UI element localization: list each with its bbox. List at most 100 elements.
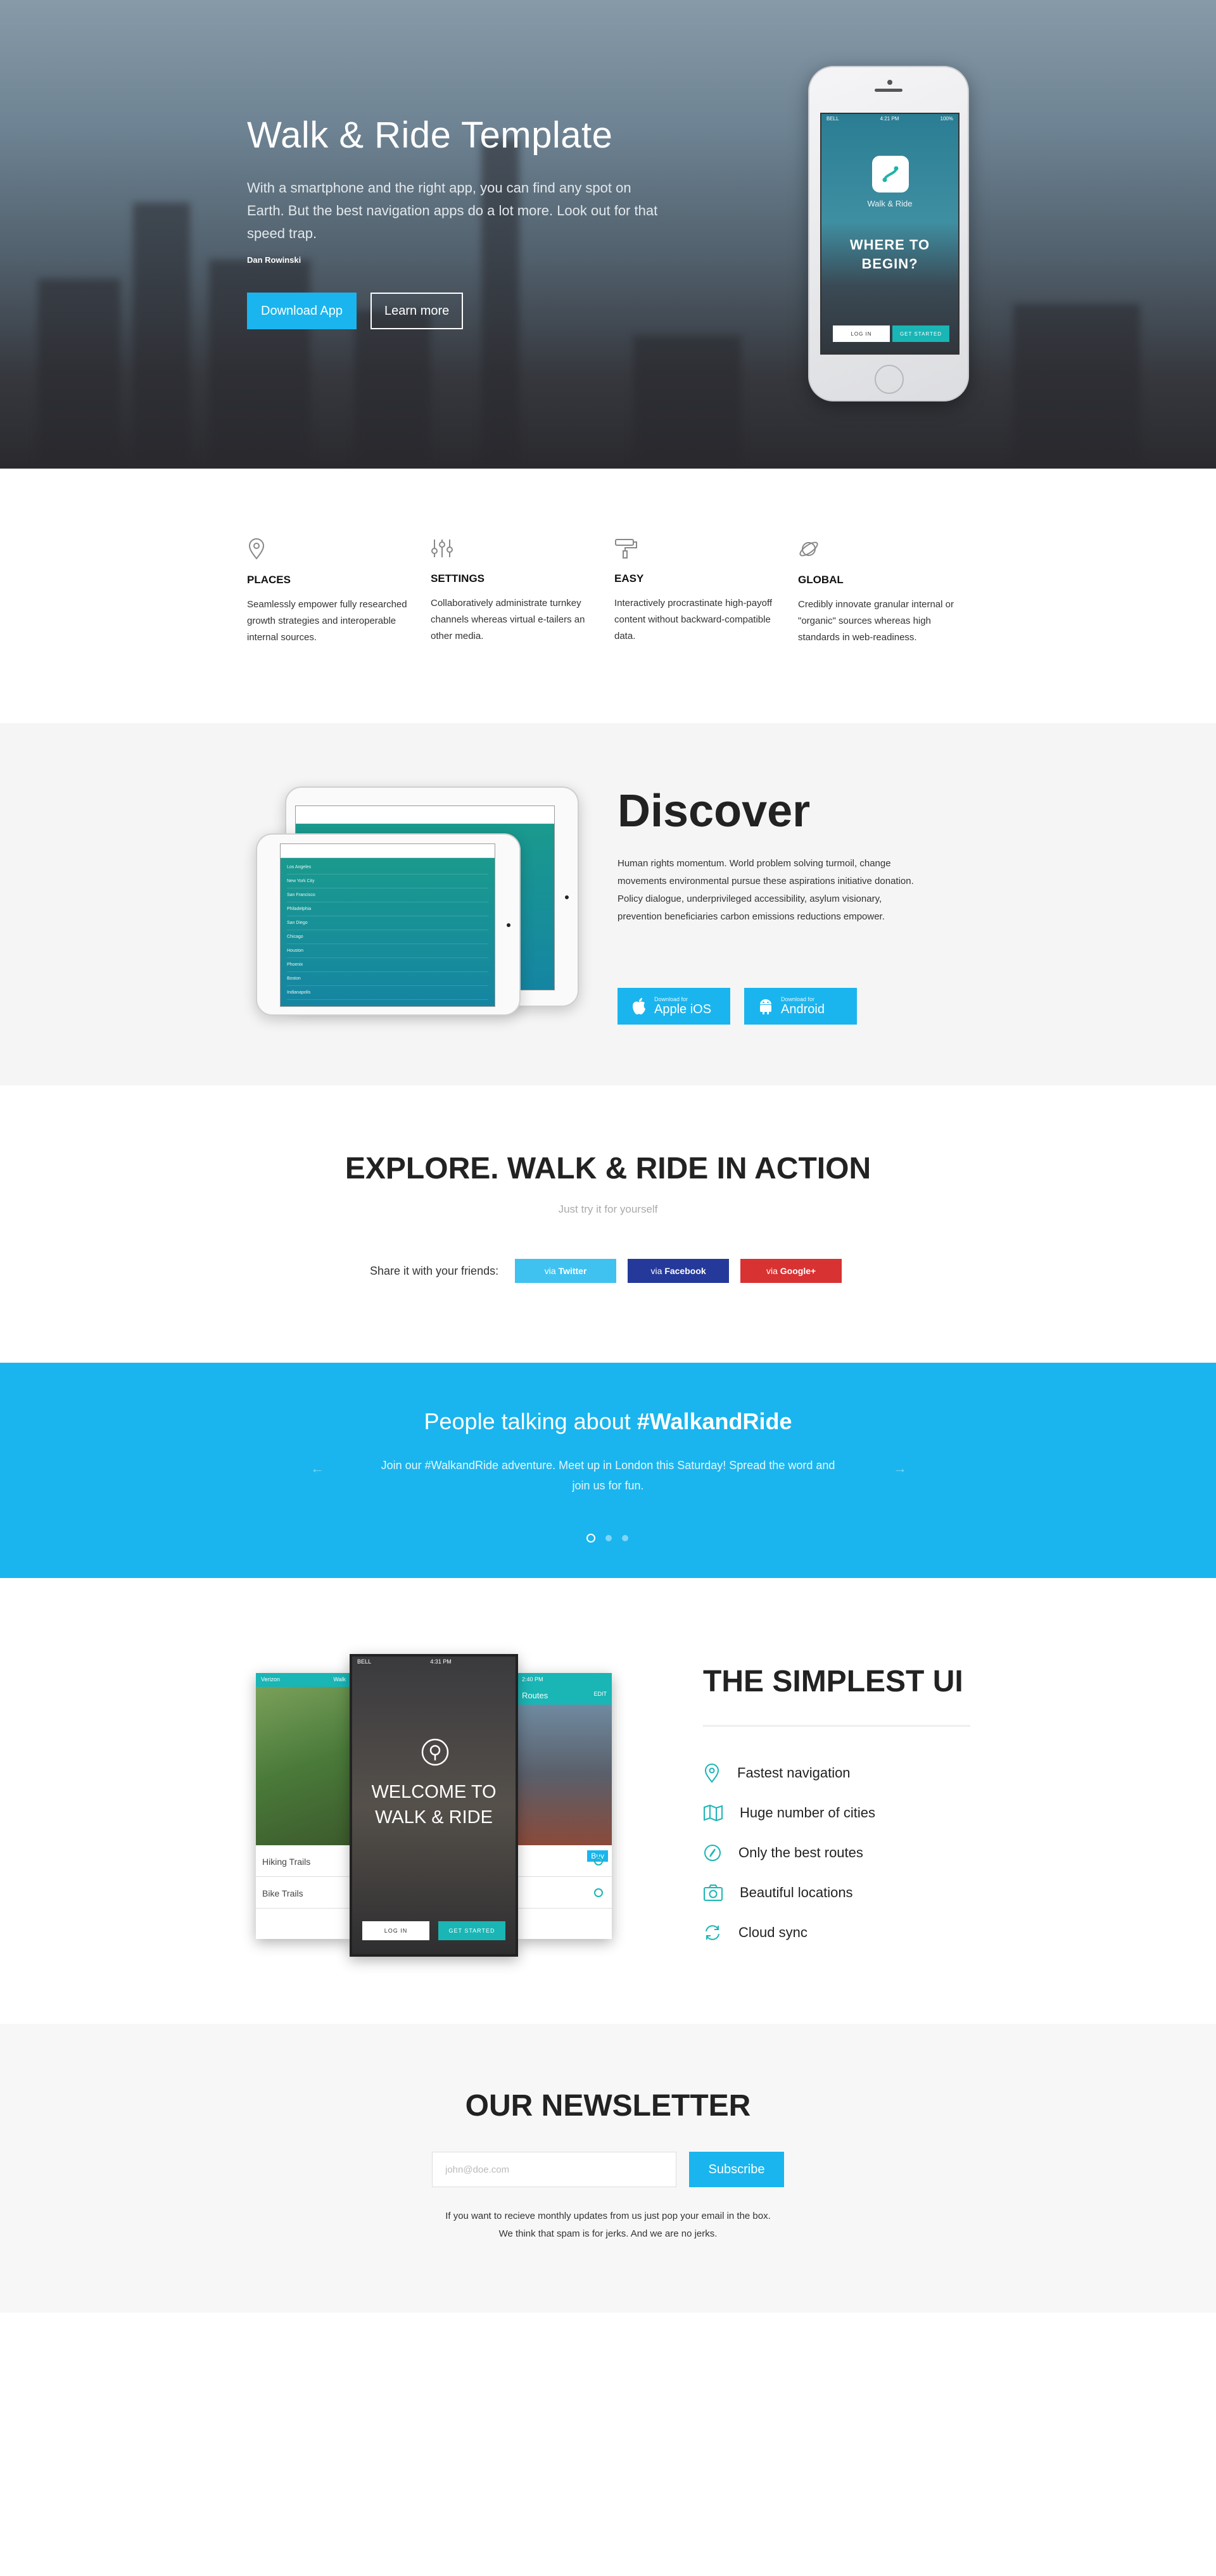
add-icon[interactable] [594, 1888, 603, 1897]
newsletter-note-line1: If you want to recieve monthly updates f… [445, 2211, 771, 2221]
learn-more-button[interactable]: Learn more [370, 293, 464, 329]
phone-get-started-button[interactable]: GET STARTED [438, 1921, 505, 1940]
next-arrow-icon[interactable]: → [893, 1460, 907, 1477]
ui-item-label: Beautiful locations [740, 1884, 853, 1900]
ui-item-label: Only the best routes [738, 1844, 863, 1860]
tablet-city-item[interactable]: Houston [287, 944, 488, 958]
tablet-city-item[interactable]: Phoenix [287, 958, 488, 972]
phone-login-button[interactable]: LOG IN [833, 325, 890, 342]
hero-buttons: Download App Learn more [247, 293, 659, 329]
share-prefix: via [650, 1266, 662, 1276]
hero-phone-mockup: BELL 4:21 PM 100% Walk & Ride WHERE TO B… [808, 66, 969, 401]
tablet-camera [507, 923, 510, 927]
android-icon [760, 999, 771, 1014]
carousel-dot[interactable] [622, 1535, 628, 1541]
discover-title: Discover [618, 786, 811, 837]
map-icon [704, 1804, 723, 1821]
simplest-title: THE SIMPLEST UI [703, 1665, 963, 1698]
explore-subtitle: Just try it for yourself [558, 1203, 658, 1215]
store-big-label: Android [781, 1002, 825, 1016]
carousel-dot[interactable] [605, 1535, 612, 1541]
tablet-city-item[interactable]: San Diego [287, 916, 488, 930]
tablet-city-item[interactable]: Boston [287, 972, 488, 986]
city-silhouette [38, 279, 120, 469]
prev-arrow-icon[interactable]: ← [310, 1460, 324, 1477]
share-network: Google+ [780, 1266, 816, 1276]
discover-text: Human rights momentum. World problem sol… [618, 858, 914, 922]
email-field[interactable] [432, 2152, 676, 2187]
tablet-city-item[interactable]: New York City [287, 874, 488, 888]
hero-author: Dan Rowinski [247, 255, 301, 265]
phone-camera [887, 80, 892, 85]
phone-headline: WHERE TO BEGIN? [821, 236, 958, 274]
city-silhouette [355, 310, 431, 469]
list-item: Only the best routes [703, 1833, 875, 1872]
android-button[interactable]: Download for Android [744, 988, 857, 1025]
phone-status-bar: BELL 4:21 PM 100% [821, 114, 958, 123]
app-logo-icon [872, 156, 909, 193]
city-silhouette [633, 336, 741, 469]
phone-title: Walk [333, 1676, 346, 1683]
share-network: Facebook [664, 1266, 706, 1276]
tablet-city-list: Los Angeles New York City San Francisco Phi… [281, 858, 495, 1006]
sliders-icon [431, 540, 453, 557]
list-item[interactable] [517, 1845, 612, 1877]
list-item[interactable] [517, 1877, 612, 1909]
planet-icon [799, 541, 818, 557]
map-pin-icon [248, 538, 265, 560]
tablet-header [281, 844, 495, 858]
share-prefix: via [544, 1266, 556, 1276]
hero-content: Walk & Ride Template With a smartphone a… [247, 114, 659, 329]
feature-settings: SETTINGS Collaboratively administrate tu… [431, 538, 614, 646]
feature-title: PLACES [247, 574, 291, 586]
phone-login-button[interactable]: LOG IN [362, 1921, 429, 1940]
testimonial-text: Join our #WalkandRide adventure. Meet up… [381, 1459, 835, 1492]
carrier-label: Verizon [261, 1676, 281, 1683]
add-icon[interactable] [594, 1857, 603, 1866]
tablet-city-item[interactable]: Philadelphia [287, 902, 488, 916]
share-facebook-button[interactable]: via Facebook [628, 1259, 730, 1283]
subscribe-button[interactable]: Subscribe [689, 2152, 784, 2187]
divider [703, 1725, 970, 1727]
carousel-dots [586, 1534, 628, 1543]
download-app-button[interactable]: Download App [247, 293, 357, 329]
tablet-city-item[interactable]: San Francisco [287, 888, 488, 902]
feature-global: GLOBAL Credibly innovate granular intern… [798, 538, 982, 646]
grass-photo [256, 1687, 351, 1845]
radar-pin-icon [421, 1738, 449, 1766]
time-label: 4:21 PM [880, 116, 899, 122]
share-twitter-button[interactable]: via Twitter [515, 1259, 617, 1283]
sync-icon [706, 1924, 719, 1940]
cyclist-photo [517, 1705, 612, 1845]
apple-ios-button[interactable]: Download for Apple iOS [618, 988, 730, 1025]
tablet-camera [565, 895, 569, 899]
list-item[interactable]: Hiking Trails [256, 1845, 351, 1877]
phone-right-mockup: 2:40 PM Routes EDIT NGES $10 Buy [517, 1673, 612, 1939]
feature-title: EASY [614, 572, 644, 584]
tablet-city-item[interactable]: Chicago [287, 930, 488, 944]
phone-center-mockup: BELL 4:31 PM WELCOME TO WALK & RIDE LOG IN… [350, 1654, 518, 1957]
share-google-button[interactable]: via Google+ [740, 1259, 842, 1283]
phone-speaker [875, 89, 902, 92]
feature-text: Credibly innovate granular internal or "… [798, 599, 954, 643]
share-row: Share it with your friends: via Twitter … [370, 1259, 842, 1283]
tablet-city-item[interactable]: Indianapolis [287, 986, 488, 1000]
camera-icon [704, 1884, 723, 1901]
list-item[interactable]: Bike Trails [256, 1877, 351, 1909]
tablet-front: Los Angeles New York City San Francisco Phi… [256, 833, 521, 1016]
feature-places: PLACES Seamlessly empower fully research… [247, 538, 431, 646]
store-big-label: Apple iOS [654, 1002, 712, 1016]
carousel-dot[interactable] [586, 1534, 595, 1543]
phone-get-started-button[interactable]: GET STARTED [892, 325, 949, 342]
tablet-screen: Los Angeles New York City San Francisco Phi… [280, 843, 495, 1007]
edit-label[interactable]: EDIT [593, 1691, 607, 1701]
store-small-label: Download for [654, 995, 688, 1002]
store-small-label: Download for [781, 995, 815, 1002]
phone-header: Routes EDIT [517, 1687, 612, 1705]
newsletter-note-line2: We think that spam is for jerks. And we … [498, 2228, 718, 2239]
tablet-city-item[interactable]: Los Angeles [287, 861, 488, 874]
time-label: 4:31 PM [430, 1658, 452, 1665]
welcome-line2: WALK & RIDE [375, 1807, 493, 1828]
city-silhouette [1013, 304, 1140, 469]
carrier-label: BELL [357, 1658, 372, 1665]
